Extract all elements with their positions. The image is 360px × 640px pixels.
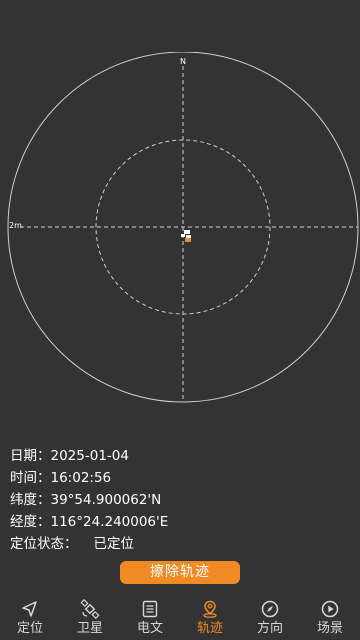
- bottom-navbar: 定位 卫星 电文 轨迹 方向 场景: [0, 594, 360, 640]
- status-value: 已定位: [93, 536, 135, 552]
- latitude-label: 纬度：: [10, 492, 51, 508]
- nav-label-positioning: 定位: [16, 621, 43, 636]
- nav-item-message[interactable]: 电文: [120, 594, 180, 640]
- latitude-row: 纬度：39°54.900062'N: [10, 489, 168, 511]
- document-icon: [140, 599, 160, 619]
- date-label: 日期：: [10, 448, 51, 464]
- track-points: [181, 230, 191, 242]
- nav-item-positioning[interactable]: 定位: [0, 594, 60, 640]
- nav-item-track[interactable]: 轨迹: [180, 594, 240, 640]
- track-point: [184, 230, 190, 234]
- play-icon: [320, 599, 340, 619]
- location-pin-icon: [200, 599, 220, 619]
- date-value: 2025-01-04: [50, 448, 129, 464]
- longitude-row: 经度：116°24.240006'E: [10, 511, 168, 533]
- track-point: [181, 234, 185, 237]
- nav-label-message: 电文: [136, 621, 163, 636]
- position-info: 日期：2025-01-04 时间：16:02:56 纬度：39°54.90006…: [10, 445, 168, 555]
- longitude-label: 经度：: [10, 514, 51, 530]
- latitude-value: 39°54.900062'N: [50, 492, 162, 508]
- scale-label: 2m: [9, 221, 22, 230]
- clear-track-button[interactable]: 擦除轨迹: [120, 561, 240, 584]
- time-value: 16:02:56: [50, 470, 112, 486]
- nav-item-scene[interactable]: 场景: [300, 594, 360, 640]
- time-label: 时间：: [10, 470, 51, 486]
- current-position-marker: [185, 238, 191, 242]
- nav-label-track: 轨迹: [196, 621, 223, 636]
- status-row: 定位状态： 已定位: [10, 533, 168, 555]
- satellite-icon: [80, 599, 100, 619]
- nav-item-direction[interactable]: 方向: [240, 594, 300, 640]
- nav-item-satellite[interactable]: 卫星: [60, 594, 120, 640]
- nav-label-satellite: 卫星: [76, 621, 103, 636]
- track-plot: N 2m: [7, 52, 359, 403]
- compass-icon: [260, 599, 280, 619]
- track-point: [186, 235, 191, 238]
- longitude-value: 116°24.240006'E: [50, 514, 169, 530]
- time-row: 时间：16:02:56: [10, 467, 168, 489]
- status-label: 定位状态：: [10, 536, 78, 552]
- north-label: N: [180, 57, 186, 66]
- navigation-arrow-icon: [20, 599, 40, 619]
- nav-label-scene: 场景: [316, 621, 343, 636]
- date-row: 日期：2025-01-04: [10, 445, 168, 467]
- nav-label-direction: 方向: [256, 621, 283, 636]
